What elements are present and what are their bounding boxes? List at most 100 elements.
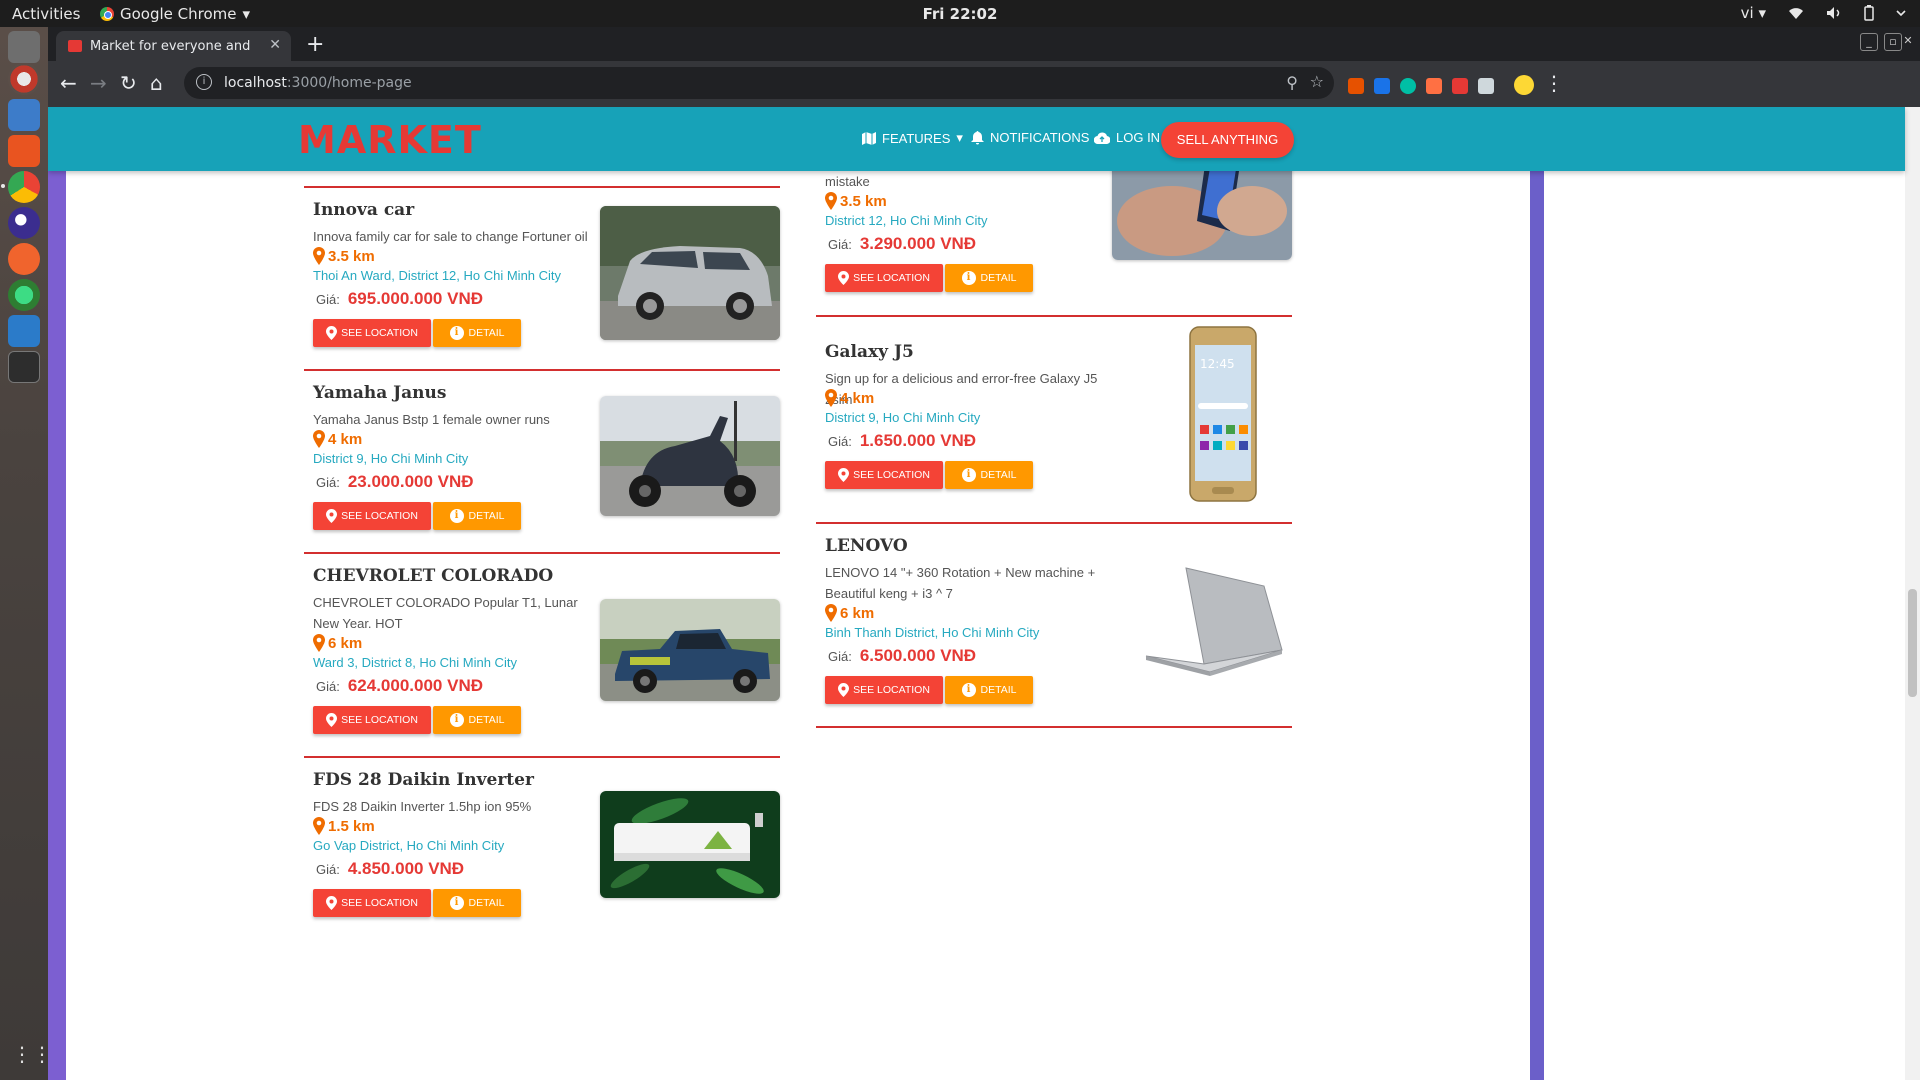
listing-address[interactable]: District 9, Ho Chi Minh City: [825, 410, 980, 425]
vscode-icon[interactable]: [8, 315, 40, 347]
sell-anything-button[interactable]: SELL ANYTHING: [1161, 122, 1294, 158]
listing-image[interactable]: 12:45: [1188, 325, 1260, 505]
listing-address[interactable]: Thoi An Ward, District 12, Ho Chi Minh C…: [313, 268, 561, 283]
new-tab-button[interactable]: +: [306, 32, 324, 57]
see-location-button[interactable]: SEE LOCATION: [825, 264, 943, 292]
reload-button[interactable]: ↻: [120, 73, 137, 93]
avatar[interactable]: [1514, 75, 1534, 95]
listing-title[interactable]: CHEVROLET COLORADO: [313, 566, 553, 586]
input-method-indicator[interactable]: vi ▾: [1741, 4, 1766, 22]
detail-button[interactable]: i DETAIL: [433, 502, 521, 530]
map-pin-icon: [326, 509, 338, 523]
extension-icon[interactable]: [1400, 78, 1416, 94]
info-icon[interactable]: i: [196, 74, 212, 90]
detail-button[interactable]: i DETAIL: [433, 319, 521, 347]
home-button[interactable]: ⌂: [150, 73, 163, 93]
detail-button[interactable]: i DETAIL: [433, 706, 521, 734]
detail-button[interactable]: i DETAIL: [945, 461, 1033, 489]
system-tray[interactable]: vi ▾: [1741, 4, 1906, 22]
android-studio-icon[interactable]: [8, 279, 40, 311]
bookmark-star-icon[interactable]: ☆: [1310, 72, 1324, 91]
listing-distance: 6 km: [313, 634, 362, 652]
listing-description: mistake: [825, 174, 870, 189]
detail-button[interactable]: i DETAIL: [945, 264, 1033, 292]
document-icon[interactable]: [8, 99, 40, 131]
detail-button[interactable]: i DETAIL: [945, 676, 1033, 704]
page-side-band: [48, 107, 66, 1080]
notifications-link[interactable]: NOTIFICATIONS: [971, 130, 1089, 145]
translate-icon[interactable]: [1374, 78, 1390, 94]
compass-icon[interactable]: [8, 243, 40, 275]
extension-icon[interactable]: [1348, 78, 1364, 94]
listing-image[interactable]: [600, 791, 780, 898]
divider: [816, 522, 1292, 524]
listing-address[interactable]: Ward 3, District 8, Ho Chi Minh City: [313, 655, 517, 670]
listing-distance: 3.5 km: [313, 247, 375, 265]
extension-icon[interactable]: [1452, 78, 1468, 94]
tab-active[interactable]: Market for everyone and ✕: [56, 31, 291, 61]
clock[interactable]: Fri 22:02: [0, 5, 1920, 23]
car-image: [600, 206, 780, 340]
features-menu[interactable]: FEATURES ▾: [862, 130, 963, 146]
laptop-image: [1145, 567, 1283, 676]
listing-image[interactable]: [600, 206, 780, 340]
close-window-button[interactable]: ✕: [1900, 33, 1916, 51]
listing-title[interactable]: Innova car: [313, 200, 414, 220]
see-location-button[interactable]: SEE LOCATION: [313, 502, 431, 530]
chrome-icon[interactable]: [1, 171, 40, 203]
listing-image[interactable]: [600, 599, 780, 701]
app-grid-icon[interactable]: ⋮⋮⋮: [12, 1042, 72, 1066]
scooter-image: [600, 396, 780, 516]
see-location-button[interactable]: SEE LOCATION: [313, 706, 431, 734]
files-icon[interactable]: [8, 31, 40, 63]
listing-address[interactable]: District 9, Ho Chi Minh City: [313, 451, 468, 466]
minimize-button[interactable]: _: [1860, 33, 1878, 51]
listing-address[interactable]: Binh Thanh District, Ho Chi Minh City: [825, 625, 1039, 640]
tab-strip: Market for everyone and ✕ + _ ▫ ✕: [48, 27, 1920, 61]
cloud-icon: [1094, 132, 1110, 144]
map-pin-icon: [313, 817, 325, 835]
map-pin-icon: [838, 683, 850, 697]
extension-icon[interactable]: [1426, 78, 1442, 94]
listing-address[interactable]: District 12, Ho Chi Minh City: [825, 213, 988, 228]
wifi-icon: [1789, 8, 1803, 19]
listing-title[interactable]: FDS 28 Daikin Inverter: [313, 770, 534, 790]
listing-card: Innova car Innova family car for sale to…: [304, 186, 780, 369]
listing-title[interactable]: LENOVO: [825, 536, 908, 556]
see-location-button[interactable]: SEE LOCATION: [825, 461, 943, 489]
settings-icon[interactable]: [8, 63, 40, 95]
software-center-icon[interactable]: [8, 135, 40, 167]
map-pin-icon: [313, 430, 325, 448]
dock: ⋮⋮⋮: [0, 27, 72, 1080]
see-location-button[interactable]: SEE LOCATION: [825, 676, 943, 704]
login-link[interactable]: LOG IN: [1094, 130, 1160, 145]
menu-icon[interactable]: ⋮: [1544, 73, 1564, 93]
see-location-button[interactable]: SEE LOCATION: [313, 889, 431, 917]
terminal-icon[interactable]: [8, 351, 40, 383]
map-pin-icon: [326, 326, 338, 340]
brand-logo[interactable]: MARKET: [298, 118, 482, 162]
extension-icon[interactable]: [1478, 78, 1494, 94]
see-location-button[interactable]: SEE LOCATION: [313, 319, 431, 347]
listing-address[interactable]: Go Vap District, Ho Chi Minh City: [313, 838, 504, 853]
zoom-icon[interactable]: ⚲: [1286, 73, 1298, 92]
detail-button[interactable]: i DETAIL: [433, 889, 521, 917]
forward-button[interactable]: →: [90, 73, 107, 93]
listing-distance: 1.5 km: [313, 817, 375, 835]
close-icon[interactable]: ✕: [269, 37, 281, 53]
scrollbar-thumb[interactable]: [1908, 589, 1917, 697]
listing-description: FDS 28 Daikin Inverter 1.5hp ion 95%: [313, 799, 532, 814]
address-bar[interactable]: i localhost:3000/home-page ⚲ ☆: [184, 67, 1334, 99]
listing-image[interactable]: [600, 396, 780, 516]
map-pin-icon: [326, 896, 338, 910]
back-button[interactable]: ←: [60, 73, 77, 93]
listing-image[interactable]: [1144, 564, 1284, 684]
browser-icon[interactable]: [8, 207, 40, 239]
info-icon: i: [449, 713, 464, 727]
listing-description: Innova family car for sale to change For…: [313, 229, 588, 244]
divider: [304, 756, 780, 758]
listing-title[interactable]: Yamaha Janus: [313, 383, 446, 403]
listing-title[interactable]: Galaxy J5: [825, 342, 914, 362]
tab-title: Market for everyone and: [90, 39, 251, 54]
listing-price: Giá: 6.500.000 VNĐ: [828, 646, 977, 665]
